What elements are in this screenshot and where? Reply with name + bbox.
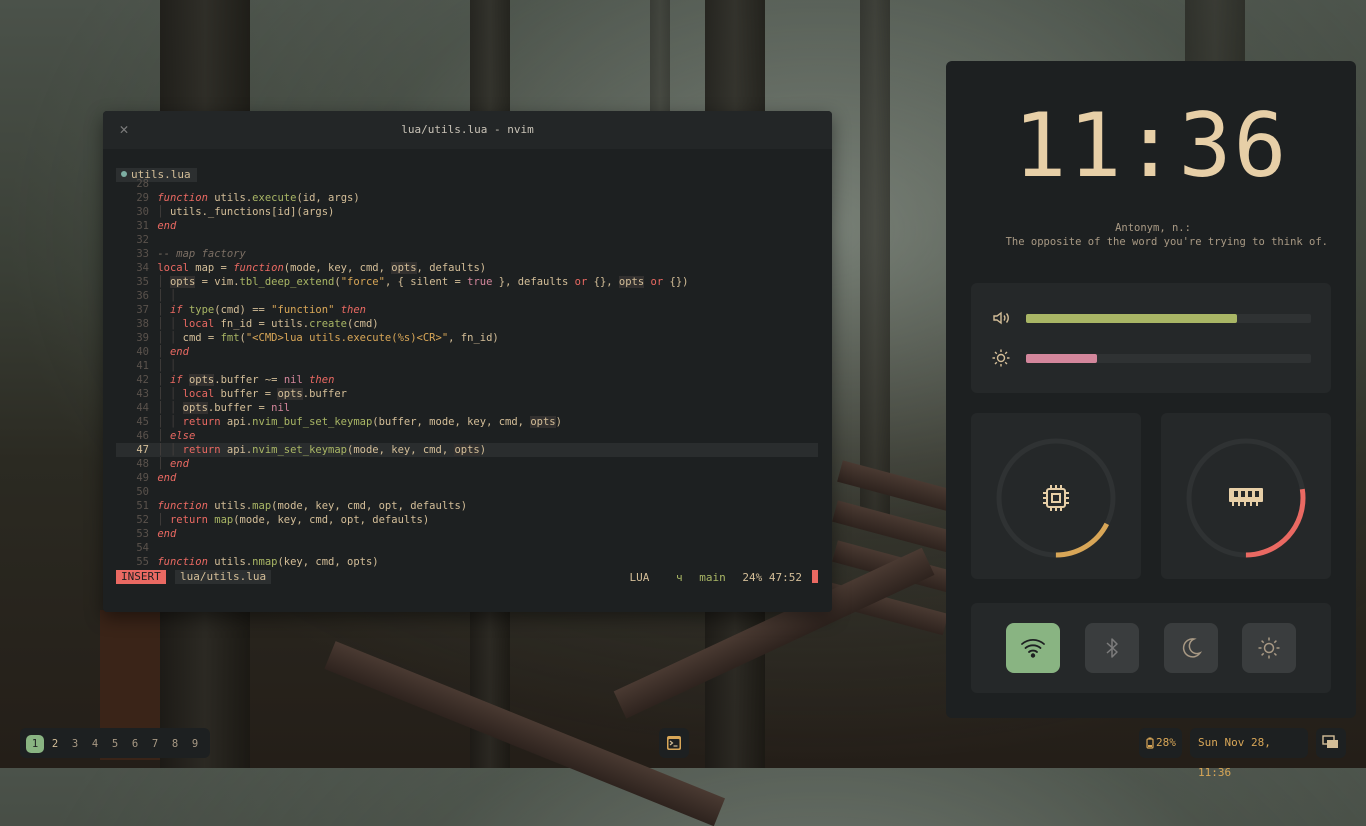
wifi-icon [1021,638,1045,658]
sliders-card [971,283,1331,393]
code-line: 33 -- map factory [136,248,246,260]
workspace-1[interactable]: 1 [26,735,44,753]
status-position: 24% 47:52 [742,571,802,584]
status-branch-name: main [699,571,726,584]
volume-slider[interactable] [991,308,1311,328]
control-center: 11:36 Antonym, n.: The opposite of the w… [946,61,1356,718]
volume-track[interactable] [1026,314,1311,323]
night-mode-toggle[interactable] [1164,623,1218,673]
brightness-icon [992,349,1010,367]
bluetooth-toggle[interactable] [1085,623,1139,673]
cpu-usage-arc [996,438,1116,558]
status-right: LUA ч main 24% 47:52 [620,570,818,585]
code-line: 32 [136,234,149,246]
code-line: 53 end [136,528,177,540]
code-line: 49 end [136,472,177,484]
workspace-6[interactable]: 6 [126,735,144,753]
workspace-2[interactable]: 2 [46,735,64,753]
mode-indicator: INSERT [116,570,166,584]
datetime-indicator[interactable]: Sun Nov 28, 11:36 [1190,728,1308,779]
code-line: 28 [136,178,149,190]
workspace-8[interactable]: 8 [166,735,184,753]
code-line: 38 │ │ local fn_id = utils.create(cmd) [136,318,379,330]
workspace-3[interactable]: 3 [66,735,84,753]
statusline: INSERT lua/utils.lua LUA ч main 24% 47:5… [116,570,818,584]
window-titlebar[interactable]: ✕ lua/utils.lua - nvim [103,111,832,149]
editor-window: ✕ lua/utils.lua - nvim utils.lua 28 29 f… [103,111,832,612]
code-line: 29 function utils.execute(id, args) [136,192,360,204]
battery-indicator[interactable]: 28% [1139,728,1182,758]
wifi-toggle[interactable] [1006,623,1060,673]
workspace-switcher: 1 2 3 4 5 6 7 8 9 [20,728,210,758]
notifications-button[interactable] [1316,728,1346,758]
git-branch-icon: ч [676,571,683,584]
code-line: 55 function utils.nmap(key, cmd, opts) [136,556,379,568]
volume-fill [1026,314,1237,323]
brightness-track[interactable] [1026,354,1311,363]
code-line: 36 │ │ [136,290,177,302]
code-line: 44 │ │ opts.buffer = nil [136,402,291,414]
ram-icon [1229,488,1263,506]
code-line: 45 │ │ return api.nvim_buf_set_keymap(bu… [136,416,562,428]
code-line: 52 │ return map(mode, key, cmd, opt, def… [136,514,430,526]
quote-text: The opposite of the word you're trying t… [1005,236,1328,248]
code-line: 30 │ utils._functions[id](args) [136,206,335,218]
quote-title: Antonym, n.: [1115,222,1191,234]
clock-time: 11:36 [1013,94,1289,197]
status-cursor-block [812,570,818,583]
code-line: 50 [136,486,149,498]
workspace-9[interactable]: 9 [186,735,204,753]
bluetooth-icon [1106,638,1118,658]
cpu-gauge [996,438,1116,558]
code-line: 51 function utils.map(mode, key, cmd, op… [136,500,468,512]
moon-icon [1182,638,1203,658]
theme-toggle[interactable] [1242,623,1296,673]
battery-percent: 28% [1156,736,1176,749]
status-branch: ч main [666,571,726,584]
buffer-tabline: utils.lua [116,163,197,182]
code-line: 39 │ │ cmd = fmt("<CMD>lua utils.execute… [136,332,499,344]
volume-icon [993,311,1009,325]
workspace-5[interactable]: 5 [106,735,124,753]
ram-gauge [1186,438,1306,558]
terminal-icon [667,736,681,750]
datetime-text: Sun Nov 28, 11:36 [1198,736,1271,779]
brightness-fill [1026,354,1098,363]
code-line-current: 47 │ │ return api.nvim_set_keymap(mode, … [116,443,818,457]
code-line: 40 │ end [136,346,189,358]
code-line: 42 │ if opts.buffer ~= nil then [136,374,335,386]
battery-icon [1146,737,1154,749]
status-filename: lua/utils.lua [175,570,272,584]
notifications-icon [1322,735,1338,748]
window-title: lua/utils.lua - nvim [401,123,534,136]
code-buffer[interactable]: 28 29 function utils.execute(id, args) 3… [116,177,818,569]
code-line: 34 local map = function(mode, key, cmd, … [136,262,487,274]
code-line: 54 [136,542,149,554]
status-filetype: LUA [629,571,650,584]
code-line: 35 │ opts = vim.tbl_deep_extend("force",… [136,276,689,288]
quick-toggles-card [971,603,1331,693]
code-line: 37 │ if type(cmd) == "function" then [136,304,367,316]
ram-card [1161,413,1331,579]
code-line: 43 │ │ local buffer = opts.buffer [136,388,348,400]
code-line: 41 │ │ [136,360,177,372]
code-line: 48 │ end [136,458,189,470]
code-line: 46 │ else [136,430,196,442]
brightness-slider[interactable] [991,348,1311,368]
cpu-icon [1043,485,1069,511]
terminal-app-button[interactable] [659,728,689,758]
workspace-7[interactable]: 7 [146,735,164,753]
workspace-4[interactable]: 4 [86,735,104,753]
sun-icon [1258,637,1280,659]
code-line: 31 end [136,220,177,232]
cpu-card [971,413,1141,579]
quote: Antonym, n.: The opposite of the word yo… [968,221,1328,249]
